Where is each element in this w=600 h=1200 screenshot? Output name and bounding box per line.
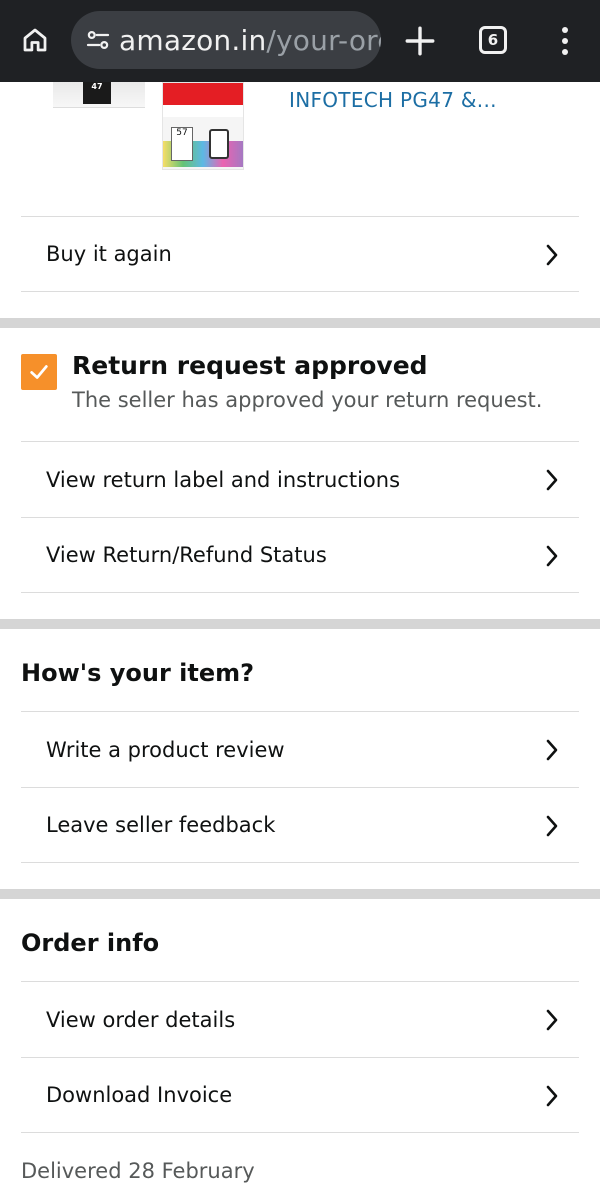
black-cartridge-label: 47	[91, 82, 103, 91]
black-cartridge-box: 47	[83, 82, 111, 104]
write-review-row[interactable]: Write a product review	[21, 711, 579, 787]
chevron-right-icon	[546, 244, 558, 266]
chevron-right-icon	[546, 1085, 558, 1107]
return-status-block: Return request approved The seller has a…	[0, 328, 600, 441]
address-bar[interactable]: amazon.in/your-orc	[71, 11, 381, 69]
site-settings-icon[interactable]	[83, 25, 113, 55]
order-info-heading: Order info	[21, 929, 160, 957]
package-white-strip	[163, 105, 243, 117]
home-icon	[23, 28, 47, 52]
package-red-band	[163, 83, 243, 105]
status-check-badge	[21, 354, 57, 390]
url-domain: amazon.in	[119, 23, 267, 57]
chevron-right-icon	[546, 815, 558, 837]
product-title-link[interactable]: INFOTECH PG47 &...	[289, 88, 497, 112]
section-divider	[0, 619, 600, 629]
view-order-details-text: View order details	[46, 1007, 236, 1032]
product-image-black-cartridge[interactable]: 47	[53, 82, 145, 108]
view-return-label-text: View return label and instructions	[46, 467, 401, 492]
return-status-title: Return request approved	[72, 351, 428, 380]
return-status-subtitle: The seller has approved your return requ…	[72, 388, 543, 412]
view-refund-status-row[interactable]: View Return/Refund Status	[21, 517, 579, 593]
write-review-text: Write a product review	[46, 737, 285, 762]
tab-count: 6	[487, 31, 499, 49]
url-text[interactable]: amazon.in/your-orc	[119, 24, 381, 57]
download-invoice-text: Download Invoice	[46, 1083, 233, 1107]
chevron-right-icon	[546, 1009, 558, 1031]
color-cartridge-number: 57	[176, 128, 188, 138]
color-cartridge-label: 57	[171, 127, 193, 161]
review-section-heading: How's your item?	[21, 659, 255, 687]
tab-switcher-icon[interactable]: 6	[479, 26, 507, 54]
section-divider	[0, 889, 600, 899]
product-image-color-cartridge[interactable]: 57	[162, 82, 244, 170]
order-page-content: 47 57 INFOTECH PG47 &... Buy it again Re…	[0, 82, 600, 1183]
view-refund-status-text: View Return/Refund Status	[46, 543, 327, 567]
checkmark-icon	[30, 365, 48, 379]
view-order-details-row[interactable]: View order details	[21, 981, 579, 1057]
buy-again-label: Buy it again	[46, 242, 172, 266]
seller-feedback-text: Leave seller feedback	[46, 813, 276, 837]
chevron-right-icon	[546, 739, 558, 761]
chevron-right-icon	[546, 545, 558, 567]
product-summary: 47 57 INFOTECH PG47 &...	[0, 82, 600, 216]
buy-again-row[interactable]: Buy it again	[21, 216, 579, 292]
new-tab-plus-icon[interactable]	[403, 24, 437, 58]
cartridge-graphic	[209, 129, 229, 159]
view-return-label-row[interactable]: View return label and instructions	[21, 441, 579, 517]
browser-toolbar: amazon.in/your-orc 6	[0, 0, 600, 82]
seller-feedback-row[interactable]: Leave seller feedback	[21, 787, 579, 863]
download-invoice-row[interactable]: Download Invoice	[21, 1057, 579, 1133]
delivered-date: Delivered 28 February	[21, 1159, 255, 1183]
url-path: /your-orc	[266, 23, 381, 57]
more-vert-icon[interactable]	[553, 24, 577, 58]
home-button[interactable]	[18, 23, 52, 57]
chevron-right-icon	[546, 469, 558, 491]
section-divider	[0, 318, 600, 328]
